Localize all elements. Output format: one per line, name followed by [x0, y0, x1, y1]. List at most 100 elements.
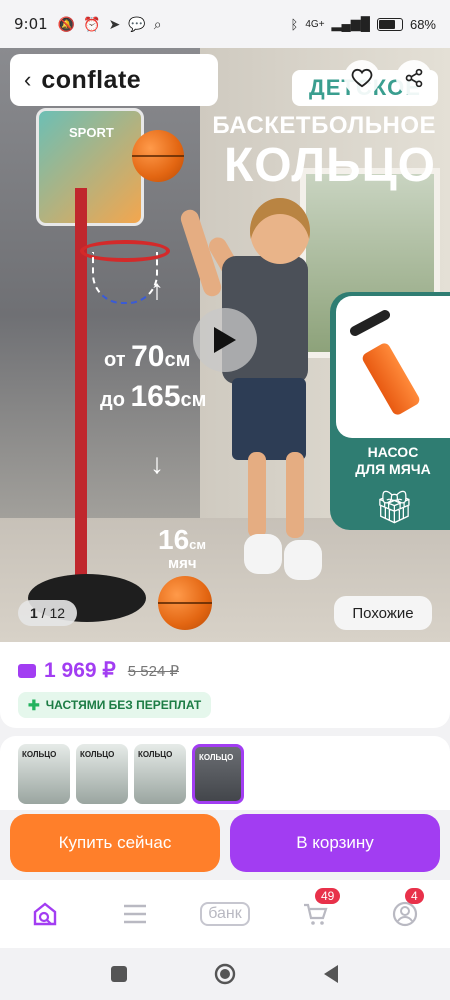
height-to: до 165см — [100, 380, 206, 414]
chat-icon: 💬 — [128, 15, 146, 32]
add-to-cart-button[interactable]: В корзину — [230, 814, 440, 872]
ball-size-label: мяч — [168, 555, 197, 572]
price-card: 1 969 ₽ 5 524 ₽ ✚ ЧАСТЯМИ БЕЗ ПЕРЕПЛАТ — [0, 642, 450, 728]
basketball-top — [132, 130, 184, 182]
play-icon — [214, 327, 236, 353]
bank-label: банк — [200, 902, 250, 926]
back-icon[interactable] — [322, 964, 340, 984]
thumbnail[interactable]: КОЛЬЦО — [76, 744, 128, 804]
nav-home[interactable] — [23, 894, 67, 934]
share-icon — [405, 68, 423, 88]
bottom-nav: банк 49 4 — [0, 880, 450, 948]
bluetooth-icon: ᛒ — [290, 16, 299, 32]
mute-icon: 🔕 — [57, 15, 76, 32]
thumbnail[interactable]: КОЛЬЦО — [18, 744, 70, 804]
boy-shoe — [284, 540, 322, 580]
system-nav — [0, 948, 450, 1000]
heart-icon — [351, 68, 373, 88]
height-from-prefix: от — [104, 349, 126, 371]
height-to-prefix: до — [100, 389, 125, 411]
boy-leg — [286, 452, 304, 538]
boy-shorts — [232, 378, 306, 460]
ball-size-unit: см — [189, 537, 207, 552]
thumbnail-title: КОЛЬЦО — [22, 750, 57, 759]
product-image-gallery[interactable]: SPORT ‹ conflate ДЕТСКОЕ БАСКЕТБОЛЬНОЕ К… — [0, 48, 450, 642]
similar-button[interactable]: Похожие — [334, 596, 432, 630]
signal-icon: ▂▄▆█ — [331, 16, 370, 31]
telegram-icon: ➤ — [108, 15, 121, 32]
headline-line1: БАСКЕТБОЛЬНОЕ — [212, 112, 436, 139]
nav-cart[interactable]: 49 — [293, 888, 341, 934]
image-counter: 1 / 12 — [18, 600, 78, 626]
menu-icon — [124, 904, 146, 924]
profile-icon — [392, 901, 418, 927]
arrow-down-icon: ↓ — [150, 448, 164, 479]
battery-icon — [376, 17, 403, 31]
pump-label-line2: ДЛЯ МЯЧА — [355, 461, 431, 477]
battery-fill — [378, 19, 396, 29]
thumbnail-selected[interactable]: КОЛЬЦО — [192, 744, 244, 804]
image-index: 1 — [30, 605, 38, 621]
nav-profile[interactable]: 4 — [383, 888, 427, 934]
arrow-up-icon: ↑ — [150, 274, 164, 305]
thumbnail-strip: КОЛЬЦО КОЛЬЦО КОЛЬЦО КОЛЬЦО — [0, 736, 450, 810]
board-text: SPORT — [69, 125, 114, 140]
height-from: от 70см — [104, 340, 190, 374]
thumbnail-title: КОЛЬЦО — [199, 753, 234, 762]
thumbnail-title: КОЛЬЦО — [138, 750, 173, 759]
home-icon[interactable] — [214, 963, 236, 985]
ball-size: 16см — [158, 524, 206, 556]
image-total: 12 — [49, 605, 66, 621]
thumbnail[interactable]: КОЛЬЦО — [134, 744, 186, 804]
price-old: 5 524 ₽ — [127, 662, 179, 680]
network-type: 4G+ — [305, 18, 325, 30]
price-row: 1 969 ₽ 5 524 ₽ — [18, 658, 179, 683]
hoop-net — [92, 252, 158, 304]
recents-icon[interactable] — [110, 965, 128, 983]
pump-bonus-card: НАСОС ДЛЯ МЯЧА 🎁︎ — [330, 292, 450, 530]
favorite-button[interactable] — [344, 60, 380, 96]
backboard: SPORT — [36, 108, 144, 226]
pump-label-line1: НАСОС — [367, 444, 419, 460]
status-notification-icons: 🔕 ⏰ ➤ 💬 ⌕ — [58, 16, 162, 33]
thumbnail-title: КОЛЬЦО — [80, 750, 115, 759]
installments-icon: ✚ — [28, 696, 40, 713]
share-button[interactable] — [396, 60, 432, 96]
play-video-button[interactable] — [193, 308, 257, 372]
height-to-unit: см — [180, 389, 207, 411]
alarm-icon: ⏰ — [83, 15, 101, 32]
pump-label: НАСОС ДЛЯ МЯЧА — [336, 444, 450, 478]
status-bar: 9:01 🔕 ⏰ ➤ 💬 ⌕ ᛒ 4G+ ▂▄▆█ 68% — [0, 0, 450, 48]
installments-badge[interactable]: ✚ ЧАСТЯМИ БЕЗ ПЕРЕПЛАТ — [18, 692, 212, 718]
cart-badge: 49 — [315, 888, 341, 904]
height-to-value: 165 — [130, 380, 181, 413]
nav-catalog[interactable] — [113, 894, 157, 934]
height-from-unit: см — [164, 349, 191, 371]
boy-shoe — [244, 534, 282, 574]
profile-badge: 4 — [405, 888, 424, 904]
status-right: ᛒ 4G+ ▂▄▆█ 68% — [291, 16, 436, 32]
ball-size-value: 16 — [158, 524, 190, 555]
nav-bank[interactable]: банк — [200, 894, 250, 934]
home-search-icon — [33, 902, 57, 926]
back-chevron-icon[interactable]: ‹ — [24, 67, 31, 93]
cart-icon — [304, 903, 328, 925]
wallet-icon — [18, 663, 36, 678]
pump-image — [336, 296, 450, 438]
search-notification-icon: ⌕ — [153, 15, 162, 32]
pump-handle — [348, 308, 392, 338]
buy-now-button[interactable]: Купить сейчас — [10, 814, 220, 872]
height-from-value: 70 — [131, 340, 165, 373]
hero-actions — [344, 60, 432, 96]
boy-head — [250, 198, 310, 264]
basketball-floor — [158, 576, 212, 630]
boy-leg — [248, 452, 266, 538]
brand-logo: conflate — [41, 65, 142, 94]
brand-header: ‹ conflate — [10, 54, 218, 106]
headline-line2: КОЛЬЦО — [223, 139, 436, 192]
gift-icon: 🎁︎ — [374, 489, 415, 525]
installments-label: ЧАСТЯМИ БЕЗ ПЕРЕПЛАТ — [45, 698, 202, 712]
pump-body — [360, 341, 422, 417]
battery-percent: 68% — [409, 16, 436, 32]
price-current: 1 969 ₽ — [44, 659, 116, 682]
